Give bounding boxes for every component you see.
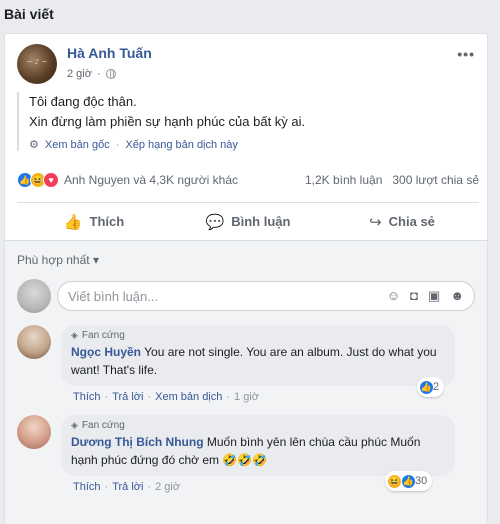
comment-reply-link[interactable]: Trả lời [112, 391, 143, 403]
comment-reply-link[interactable]: Trả lời [112, 481, 143, 493]
comment-reactions[interactable]: 😆 👍 30 [385, 471, 433, 491]
comment-text: Ngọc Huyền You are not single. You are a… [71, 343, 445, 379]
see-original-link[interactable]: Xem bản gốc [45, 139, 110, 151]
share-icon: ↪ [369, 213, 382, 231]
sort-label: Phù hợp nhất [17, 253, 90, 267]
like-button-label: Thích [89, 214, 125, 229]
thumbs-up-icon: 👍 [63, 213, 83, 231]
rate-translation-link[interactable]: Xếp hạng bản dịch này [125, 139, 238, 151]
post-actions: 👍 Thích 💬 Bình luận ↪ Chia sẻ [17, 202, 479, 240]
commenter-avatar[interactable] [17, 415, 51, 449]
comment-like-link[interactable]: Thích [73, 391, 101, 403]
commenter-avatar[interactable] [17, 325, 51, 359]
caret-down-icon: ▾ [92, 253, 99, 267]
comment-icon: 💬 [205, 213, 225, 231]
haha-reaction-icon: 😆 [387, 473, 402, 489]
comment-input[interactable]: Viết bình luận... ☺ ◘ ▣ ☻ [57, 281, 475, 311]
comment-reactions[interactable]: 👍 2 [417, 377, 445, 397]
comment-reaction-count: 2 [433, 381, 440, 393]
section-title: Bài viết [4, 6, 54, 22]
love-reaction-icon: ♥ [43, 172, 59, 188]
comment-time[interactable]: 2 giờ [155, 481, 180, 493]
commenter-name[interactable]: Ngọc Huyền [71, 345, 141, 359]
author-name[interactable]: Hà Anh Tuấn [67, 45, 152, 61]
fan-badge: ◈ Fan cứng [71, 420, 445, 431]
translation-row: ⚙ Xem bản gốc · Xếp hạng bản dịch này [29, 138, 238, 152]
share-button[interactable]: ↪ Chia sẻ [325, 203, 479, 240]
comment-button-label: Bình luận [231, 214, 291, 229]
comment-actions: Thích · Trả lời · Xem bản dịch · 1 giờ [73, 391, 259, 403]
post-time[interactable]: 2 giờ [67, 68, 92, 80]
comment-time[interactable]: 1 giờ [234, 391, 259, 403]
more-options-icon[interactable]: ••• [457, 46, 475, 62]
post-body: Tôi đang độc thân. Xin đừng làm phiền sự… [17, 92, 457, 151]
comments-section: Phù hợp nhất ▾ Viết bình luận... ☺ ◘ ▣ ☻… [5, 240, 487, 524]
emoji-icon[interactable]: ☺ [387, 288, 400, 304]
fan-badge: ◈ Fan cứng [71, 330, 445, 341]
fan-badge-label: Fan cứng [81, 420, 125, 431]
post-text-line: Xin đừng làm phiền sự hạnh phúc của bất … [29, 114, 306, 129]
comments-count[interactable]: 1,2K bình luận [305, 173, 382, 187]
like-reaction-icon: 👍 [401, 473, 416, 489]
gif-icon[interactable]: ▣ [428, 288, 440, 304]
post-text-line: Tôi đang độc thân. [29, 94, 137, 109]
comment-button[interactable]: 💬 Bình luận [171, 203, 325, 240]
comment-input-placeholder: Viết bình luận... [68, 289, 159, 304]
shares-count[interactable]: 300 lượt chia sẻ [392, 173, 479, 187]
globe-icon [105, 69, 116, 79]
badge-icon: ◈ [71, 330, 78, 340]
fan-badge-label: Fan cứng [81, 330, 125, 341]
comment-sort-dropdown[interactable]: Phù hợp nhất ▾ [17, 253, 99, 267]
comment-like-link[interactable]: Thích [73, 481, 101, 493]
comment-reaction-count: 30 [415, 475, 428, 487]
sticker-icon[interactable]: ☻ [450, 288, 464, 304]
post-card: ~ ♪ ~ Hà Anh Tuấn 2 giờ · ••• Tôi đang đ… [4, 33, 488, 524]
author-logo: ~ ♪ ~ [26, 58, 48, 66]
like-reaction-icon: 👍 [419, 379, 434, 395]
current-user-avatar[interactable] [17, 279, 51, 313]
comment-bubble: ◈ Fan cứng Ngọc Huyền You are not single… [61, 325, 455, 386]
comment-bubble: ◈ Fan cứng Dương Thị Bích Nhung Muốn bìn… [61, 415, 455, 476]
like-button[interactable]: 👍 Thích [17, 203, 171, 240]
camera-icon[interactable]: ◘ [410, 288, 418, 304]
share-button-label: Chia sẻ [388, 214, 435, 229]
author-avatar[interactable]: ~ ♪ ~ [17, 44, 57, 84]
post-meta: 2 giờ · [67, 68, 116, 80]
comment-actions: Thích · Trả lời · 2 giờ [73, 481, 181, 493]
badge-icon: ◈ [71, 420, 78, 430]
comment-translate-link[interactable]: Xem bản dịch [155, 391, 222, 403]
commenter-name[interactable]: Dương Thị Bích Nhung [71, 435, 204, 449]
reactors-text[interactable]: Anh Nguyen và 4,3K người khác [64, 173, 238, 187]
comment-text: Dương Thị Bích Nhung Muốn bình yên lên c… [71, 433, 445, 469]
gear-icon: ⚙ [29, 139, 39, 151]
reaction-summary: 👍 😆 ♥ Anh Nguyen và 4,3K người khác 1,2K… [17, 170, 479, 190]
